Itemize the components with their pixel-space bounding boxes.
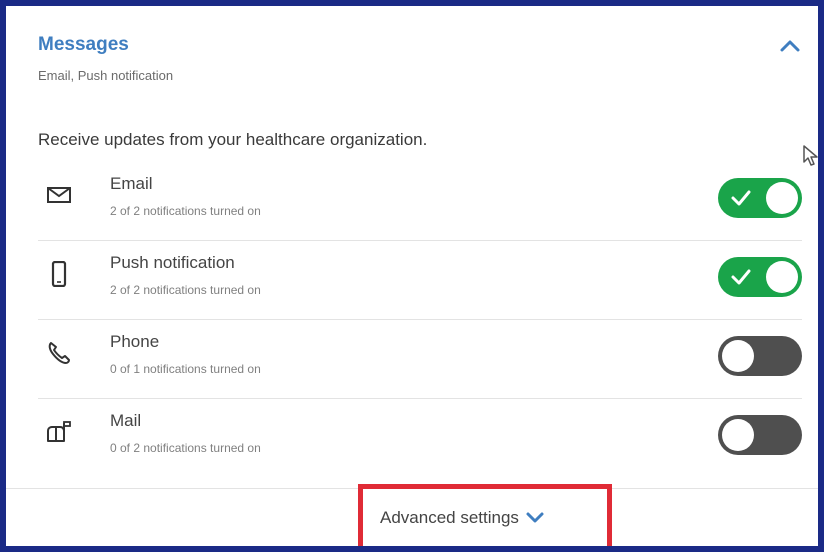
channel-detail: 0 of 2 notifications turned on xyxy=(110,441,261,455)
collapse-button[interactable] xyxy=(776,32,804,60)
push-notification-toggle[interactable] xyxy=(718,257,802,297)
channel-row-mail: Mail 0 of 2 notifications turned on xyxy=(38,399,802,477)
channel-label: Mail xyxy=(110,411,142,430)
section-title: Messages xyxy=(38,34,129,55)
messages-panel: Messages Email, Push notification Receiv… xyxy=(0,0,824,552)
toggle-knob xyxy=(766,261,798,293)
envelope-icon xyxy=(47,187,71,203)
toggle-knob xyxy=(766,182,798,214)
channel-row-phone: Phone 0 of 1 notifications turned on xyxy=(38,320,802,399)
toggle-knob xyxy=(722,419,754,451)
channel-list: Email 2 of 2 notifications turned on Pus… xyxy=(38,162,802,477)
channel-detail: 2 of 2 notifications turned on xyxy=(110,204,261,218)
phone-icon xyxy=(48,342,70,364)
mail-toggle[interactable] xyxy=(718,415,802,455)
mailbox-icon xyxy=(47,421,71,442)
email-toggle[interactable] xyxy=(718,178,802,218)
section-header[interactable]: Messages Email, Push notification xyxy=(38,34,802,83)
checkmark-icon xyxy=(731,190,751,206)
channel-row-email: Email 2 of 2 notifications turned on xyxy=(38,162,802,241)
advanced-settings-button[interactable]: Advanced settings xyxy=(380,508,545,528)
channel-label: Email xyxy=(110,174,153,193)
chevron-down-icon xyxy=(526,512,544,523)
advanced-settings-label: Advanced settings xyxy=(380,508,519,527)
section-subtitle: Email, Push notification xyxy=(38,68,174,83)
phone-toggle[interactable] xyxy=(718,336,802,376)
chevron-up-icon xyxy=(780,40,800,52)
channel-detail: 0 of 1 notifications turned on xyxy=(110,362,261,376)
toggle-knob xyxy=(722,340,754,372)
channel-label: Push notification xyxy=(110,253,235,272)
checkmark-icon xyxy=(731,269,751,285)
channel-label: Phone xyxy=(110,332,160,351)
mouse-pointer-icon xyxy=(803,145,818,166)
channel-detail: 2 of 2 notifications turned on xyxy=(110,283,261,297)
channel-row-push-notification: Push notification 2 of 2 notifications t… xyxy=(38,241,802,320)
section-description: Receive updates from your healthcare org… xyxy=(38,130,428,149)
mobile-phone-icon xyxy=(51,261,67,287)
